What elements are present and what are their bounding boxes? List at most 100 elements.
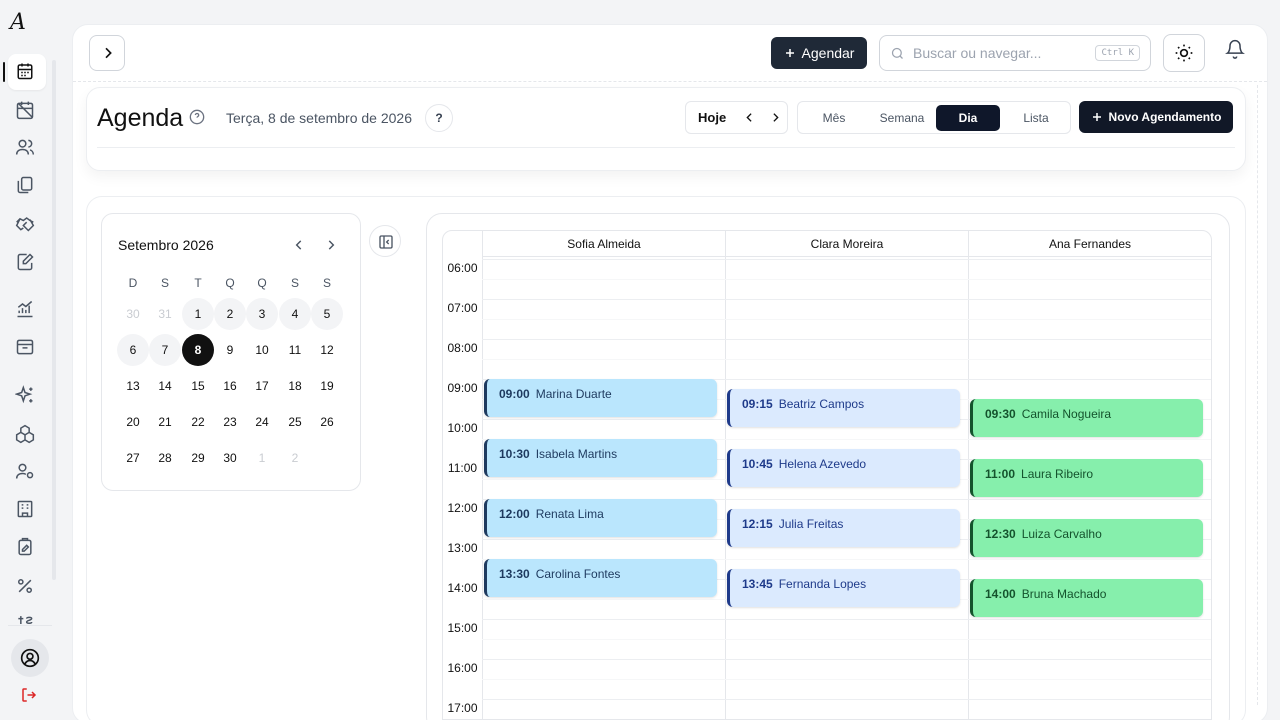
mini-calendar-day[interactable]: 14 xyxy=(149,370,181,402)
mini-calendar-day[interactable]: 1 xyxy=(246,442,278,474)
mini-calendar-day[interactable]: 30 xyxy=(117,298,149,330)
mini-calendar-day[interactable]: 29 xyxy=(182,442,214,474)
help-button[interactable] xyxy=(189,109,205,125)
mini-calendar-day[interactable]: 5 xyxy=(311,298,343,330)
shortcuts-help-button[interactable]: ? xyxy=(425,104,453,132)
appointment-card[interactable]: 12:00 Renata Lima xyxy=(484,499,717,537)
tab-dia[interactable]: Dia xyxy=(936,105,1000,131)
mini-calendar-day[interactable]: 2 xyxy=(279,442,311,474)
mini-calendar-day[interactable]: 11 xyxy=(279,334,311,366)
mini-calendar-day[interactable]: 20 xyxy=(117,406,149,438)
mini-calendar-next[interactable] xyxy=(324,238,338,252)
sidebar-scrollbar[interactable] xyxy=(52,60,56,580)
chevron-left-icon xyxy=(295,240,302,250)
nav-user-cog[interactable] xyxy=(15,461,37,483)
appointment-card[interactable]: 09:30 Camila Nogueira xyxy=(970,399,1203,437)
mini-calendar-day-today[interactable]: 8 xyxy=(182,334,214,366)
appointment-time: 09:00 xyxy=(499,387,530,401)
mini-calendar-day[interactable]: 15 xyxy=(182,370,214,402)
mini-calendar-day[interactable]: 1 xyxy=(182,298,214,330)
mini-calendar-day[interactable]: 22 xyxy=(182,406,214,438)
mini-calendar-day[interactable]: 24 xyxy=(246,406,278,438)
search-input[interactable]: Buscar ou navegar... Ctrl K xyxy=(879,35,1151,71)
clipboard-edit-icon xyxy=(18,537,32,556)
agendar-button[interactable]: Agendar xyxy=(771,37,867,69)
mini-calendar-day[interactable]: 4 xyxy=(279,298,311,330)
half-hour-gridline xyxy=(482,319,1211,320)
appointment-card[interactable]: 13:30 Carolina Fontes xyxy=(484,559,717,597)
mini-calendar-day[interactable]: 12 xyxy=(311,334,343,366)
mini-calendar-day[interactable]: 23 xyxy=(214,406,246,438)
mini-calendar-day[interactable]: 10 xyxy=(246,334,278,366)
mini-calendar-day[interactable]: 31 xyxy=(149,298,181,330)
currency-icon xyxy=(18,616,33,624)
appointment-card[interactable]: 09:00 Marina Duarte xyxy=(484,379,717,417)
appointment-card[interactable]: 13:45 Fernanda Lopes xyxy=(727,569,960,607)
today-button[interactable]: Hoje xyxy=(686,110,736,125)
nav-calendar[interactable] xyxy=(8,54,46,90)
hour-label: 10:00 xyxy=(447,421,478,435)
mini-calendar-day[interactable]: 9 xyxy=(214,334,246,366)
mini-calendar-day[interactable]: 26 xyxy=(311,406,343,438)
nav-handshake[interactable] xyxy=(15,213,37,235)
nav-calendar-off[interactable] xyxy=(15,100,37,122)
expand-sidebar-button[interactable] xyxy=(89,35,125,71)
percent-icon xyxy=(18,579,32,593)
appointment-card[interactable]: 12:30 Luiza Carvalho xyxy=(970,519,1203,557)
nav-chart[interactable] xyxy=(15,299,37,321)
mini-calendar-day[interactable]: 7 xyxy=(149,334,181,366)
weekday-label: Q xyxy=(225,276,235,290)
nav-currency[interactable] xyxy=(15,612,37,624)
new-appointment-button[interactable]: Novo Agendamento xyxy=(1079,101,1233,133)
collapse-calendar-button[interactable] xyxy=(369,225,401,257)
nav-boxes[interactable] xyxy=(15,424,37,446)
appointment-card[interactable]: 09:15 Beatriz Campos xyxy=(727,389,960,427)
next-day-button[interactable] xyxy=(762,105,787,131)
tab-semana[interactable]: Semana xyxy=(870,105,934,131)
nav-archive[interactable] xyxy=(15,337,37,359)
sparkles-icon xyxy=(15,385,33,404)
chevron-right-icon xyxy=(772,112,779,122)
nav-users[interactable] xyxy=(15,137,37,159)
appointment-card[interactable]: 10:45 Helena Azevedo xyxy=(727,449,960,487)
nav-sparkles[interactable] xyxy=(15,385,37,407)
mini-calendar-day[interactable]: 27 xyxy=(117,442,149,474)
nav-percent[interactable] xyxy=(15,576,37,598)
appointment-client: Laura Ribeiro xyxy=(1021,467,1094,481)
appointment-card[interactable]: 11:00 Laura Ribeiro xyxy=(970,459,1203,497)
mini-calendar-day[interactable]: 2 xyxy=(214,298,246,330)
mini-calendar-day[interactable]: 3 xyxy=(246,298,278,330)
mini-calendar-day[interactable]: 30 xyxy=(214,442,246,474)
notifications-button[interactable] xyxy=(1225,39,1245,59)
mini-calendar-day[interactable]: 13 xyxy=(117,370,149,402)
mini-calendar-day[interactable]: 18 xyxy=(279,370,311,402)
mini-calendar-day[interactable]: 6 xyxy=(117,334,149,366)
profile-button[interactable] xyxy=(11,639,49,677)
appointment-card[interactable]: 14:00 Bruna Machado xyxy=(970,579,1203,617)
theme-toggle-button[interactable] xyxy=(1163,34,1205,72)
nav-clipboard[interactable] xyxy=(15,537,37,559)
tab-lista[interactable]: Lista xyxy=(1004,105,1068,131)
mini-calendar-day[interactable]: 28 xyxy=(149,442,181,474)
mini-calendar-day[interactable]: 21 xyxy=(149,406,181,438)
mini-calendar-day[interactable]: 16 xyxy=(214,370,246,402)
tab-mes[interactable]: Mês xyxy=(802,105,866,131)
mini-calendar-prev[interactable] xyxy=(292,238,306,252)
current-date: Terça, 8 de setembro de 2026 xyxy=(226,110,413,126)
mini-calendar-day[interactable]: 25 xyxy=(279,406,311,438)
mini-calendar-day[interactable]: 17 xyxy=(246,370,278,402)
half-hour-gridline xyxy=(482,639,1211,640)
appointment-card[interactable]: 10:30 Isabela Martins xyxy=(484,439,717,477)
help-circle-icon xyxy=(189,109,205,125)
agendar-label: Agendar xyxy=(801,45,855,61)
logout-button[interactable] xyxy=(20,686,38,704)
appointment-time: 10:45 xyxy=(742,457,773,471)
appointment-card[interactable]: 12:15 Julia Freitas xyxy=(727,509,960,547)
nav-files[interactable] xyxy=(15,175,37,197)
nav-document-edit[interactable] xyxy=(15,252,37,274)
appointment-time: 10:30 xyxy=(499,447,530,461)
previous-day-button[interactable] xyxy=(736,105,761,131)
nav-building[interactable] xyxy=(15,499,37,521)
user-circle-icon xyxy=(20,648,40,668)
mini-calendar-day[interactable]: 19 xyxy=(311,370,343,402)
